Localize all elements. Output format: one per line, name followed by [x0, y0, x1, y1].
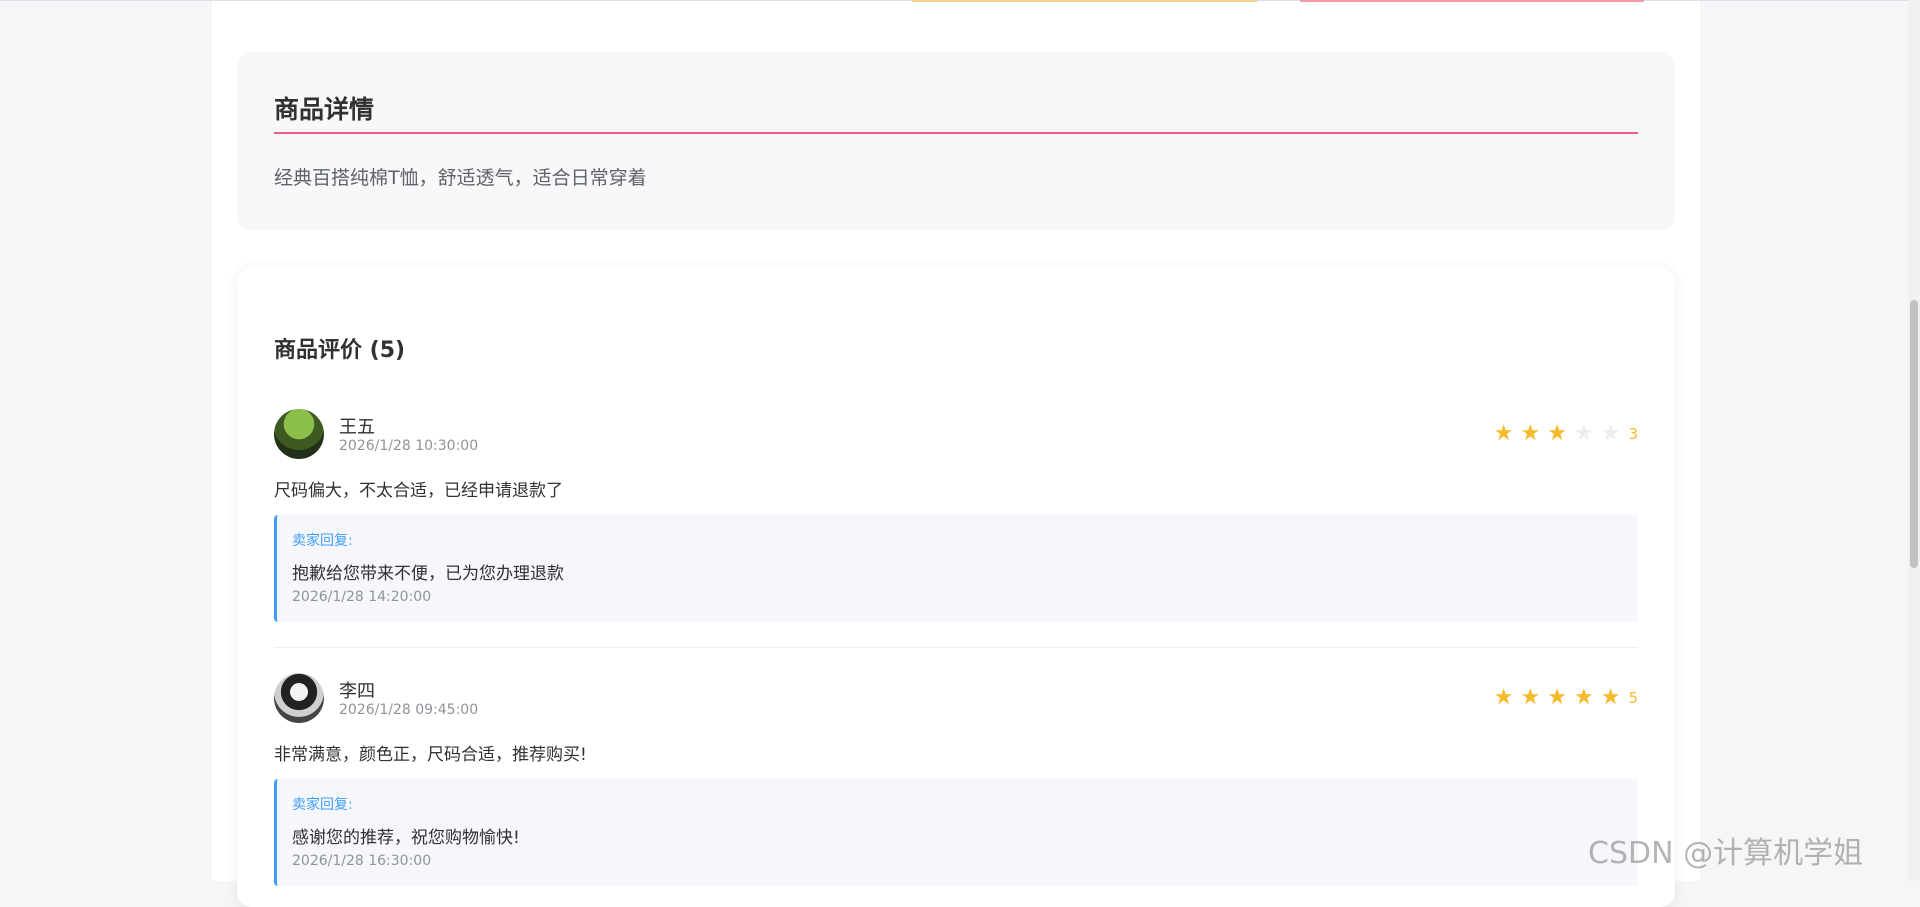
- reviews-card: 商品评价 (5) 王五 2026/1/28 10:30:00 ★ ★ ★ ★ ★ 3 尺码…: [237, 267, 1675, 907]
- review-content: 尺码偏大，不太合适，已经申请退款了: [274, 481, 563, 501]
- star-icon: ★: [1573, 685, 1594, 710]
- avatar: [274, 673, 324, 723]
- review-username: 李四: [339, 681, 375, 702]
- star-rating: ★ ★ ★ ★ ★ 3: [1487, 423, 1638, 445]
- star-rating: ★ ★ ★ ★ ★ 5: [1487, 687, 1638, 709]
- product-detail-title: 商品详情: [274, 95, 375, 124]
- product-detail-card: 商品详情 经典百搭纯棉T恤，舒适透气，适合日常穿着: [237, 52, 1675, 230]
- seller-reply: 卖家回复: 抱歉给您带来不便，已为您办理退款 2026/1/28 14:20:0…: [274, 515, 1638, 622]
- star-icon: ★: [1493, 421, 1514, 446]
- seller-reply: 卖家回复: 感谢您的推荐，祝您购物愉快! 2026/1/28 16:30:00: [274, 779, 1638, 886]
- reply-label: 卖家回复:: [292, 797, 353, 813]
- reply-time: 2026/1/28 16:30:00: [292, 853, 432, 869]
- reviews-heading: 商品评价 (5): [274, 338, 406, 363]
- reply-text: 感谢您的推荐，祝您购物愉快!: [292, 828, 520, 848]
- watermark: CSDN @计算机学姐: [1588, 836, 1864, 871]
- product-description: 经典百搭纯棉T恤，舒适透气，适合日常穿着: [274, 167, 647, 189]
- rating-value: 5: [1628, 689, 1638, 707]
- avatar: [274, 409, 324, 459]
- star-icon: ★: [1600, 685, 1621, 710]
- reply-time: 2026/1/28 14:20:00: [292, 589, 432, 605]
- add-to-cart-button-edge[interactable]: [1300, 0, 1644, 2]
- buy-now-button-edge[interactable]: [912, 0, 1257, 2]
- title-underline: [274, 132, 1638, 134]
- review-username: 王五: [339, 417, 375, 438]
- review-divider: [274, 647, 1638, 648]
- review-time: 2026/1/28 10:30:00: [339, 438, 479, 454]
- review-time: 2026/1/28 09:45:00: [339, 702, 479, 718]
- star-icon: ★: [1573, 421, 1594, 446]
- scrollbar-thumb[interactable]: [1910, 300, 1918, 568]
- review-content: 非常满意，颜色正，尺码合适，推荐购买!: [274, 745, 587, 765]
- star-icon: ★: [1520, 421, 1541, 446]
- star-icon: ★: [1493, 685, 1514, 710]
- star-icon: ★: [1547, 685, 1567, 710]
- reply-label: 卖家回复:: [292, 533, 353, 549]
- star-icon: ★: [1600, 421, 1621, 446]
- reply-text: 抱歉给您带来不便，已为您办理退款: [292, 564, 564, 584]
- star-icon: ★: [1520, 685, 1541, 710]
- star-icon: ★: [1547, 421, 1567, 446]
- rating-value: 3: [1628, 425, 1638, 443]
